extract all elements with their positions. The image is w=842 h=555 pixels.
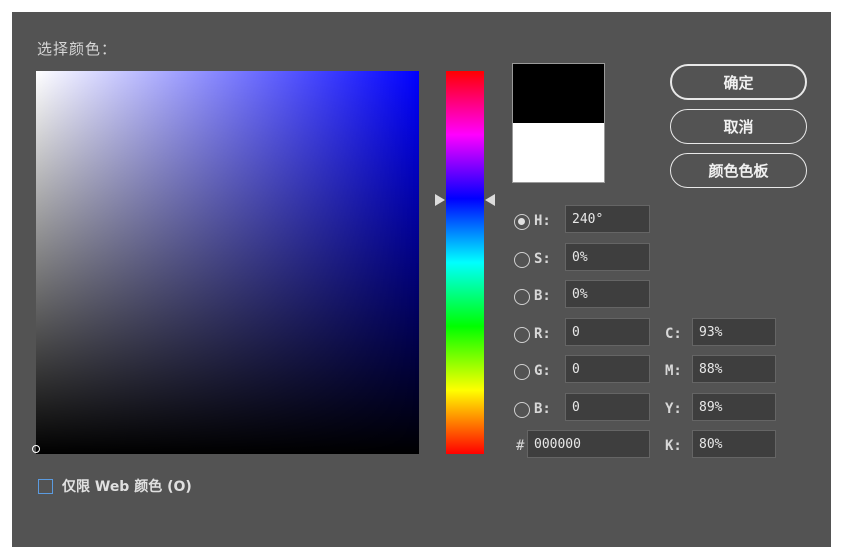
radio-hue[interactable] [514,214,530,230]
cyan-label: C: [665,326,682,342]
radio-saturation[interactable] [514,252,530,268]
hue-input[interactable] [565,205,650,233]
hue-label: H: [534,213,551,229]
saturation-label: S: [534,251,551,267]
magenta-input[interactable] [692,355,776,383]
green-label: G: [534,363,551,379]
color-selector-marker[interactable] [32,445,40,453]
color-picker-dialog: 选择颜色： 确定 取消 颜色色板 H: S: B: R: G: B: # C: … [12,12,831,547]
black-key-input[interactable] [692,430,776,458]
radio-brightness[interactable] [514,289,530,305]
new-color-swatch [513,64,604,123]
radio-red[interactable] [514,327,530,343]
saturation-brightness-field[interactable] [36,71,419,454]
color-swatches-button[interactable]: 颜色色板 [670,153,807,188]
yellow-label: Y: [665,401,682,417]
web-colors-only-checkbox[interactable] [38,479,53,494]
cyan-input[interactable] [692,318,776,346]
black-key-label: K: [665,438,682,454]
hex-input[interactable] [527,430,650,458]
brightness-label: B: [534,288,551,304]
original-color-swatch[interactable] [513,123,604,182]
hue-slider-right-arrow-icon[interactable] [485,194,495,206]
red-label: R: [534,326,551,342]
hue-slider-left-arrow-icon[interactable] [435,194,445,206]
cancel-button[interactable]: 取消 [670,109,807,144]
ok-button[interactable]: 确定 [670,64,807,100]
red-input[interactable] [565,318,650,346]
hex-label: # [516,438,525,454]
hue-slider[interactable] [446,71,484,454]
radio-blue[interactable] [514,402,530,418]
yellow-input[interactable] [692,393,776,421]
brightness-input[interactable] [565,280,650,308]
green-input[interactable] [565,355,650,383]
radio-green[interactable] [514,364,530,380]
color-preview [512,63,605,183]
blue-label: B: [534,401,551,417]
dialog-title: 选择颜色： [37,40,118,58]
web-colors-only-label[interactable]: 仅限 Web 颜色 (O) [62,476,192,496]
blue-input[interactable] [565,393,650,421]
saturation-input[interactable] [565,243,650,271]
magenta-label: M: [665,363,682,379]
